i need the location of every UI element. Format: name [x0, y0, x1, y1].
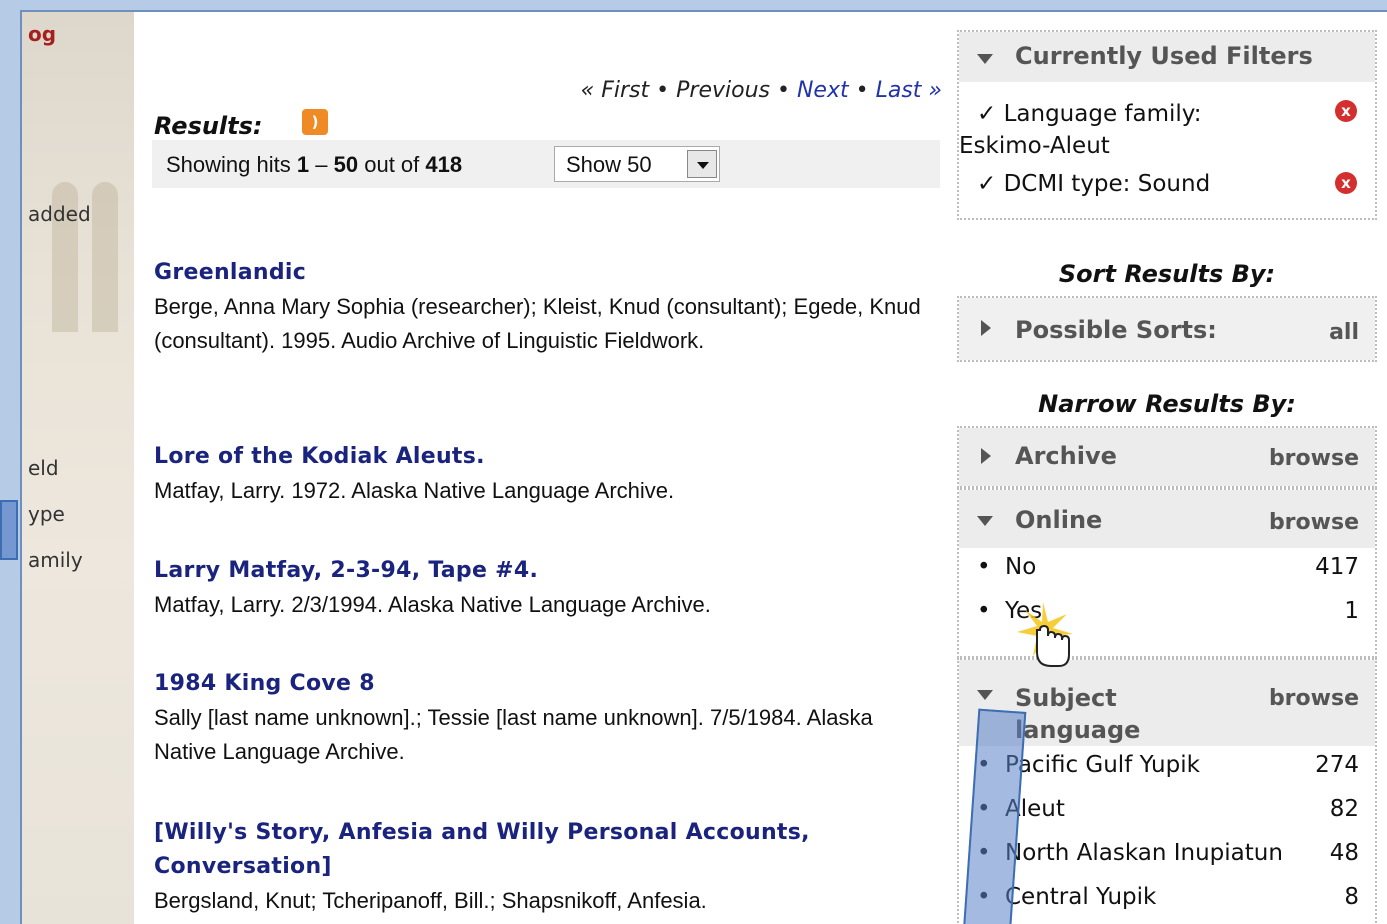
result-title-link[interactable]: Lore of the Kodiak Aleuts.	[154, 440, 934, 474]
facet-item-north-alaskan-inupiatun[interactable]: • North Alaskan Inupiatun 48	[959, 834, 1375, 878]
result-description: Sally [last name unknown].; Tessie [last…	[154, 705, 873, 764]
result-description: Berge, Anna Mary Sophia (researcher); Kl…	[154, 294, 921, 353]
narrow-heading: Narrow Results By:	[1038, 390, 1296, 418]
facet-item-no[interactable]: • No 417	[959, 548, 1375, 592]
archive-title: Archive	[1015, 442, 1117, 470]
possible-sorts-all-link[interactable]: all	[1329, 320, 1359, 345]
active-filter: ✓ DCMI type: Sound x	[959, 162, 1375, 200]
sidebar-snippet[interactable]: amily	[28, 548, 83, 572]
hits-total: 418	[425, 152, 463, 177]
hits-summary: Showing hits 1 – 50 out of 418	[166, 152, 462, 178]
current-filters-box: Currently Used Filters ✓ Language family…	[957, 30, 1377, 220]
result-item: 1984 King Cove 8 Sally [last name unknow…	[154, 667, 934, 769]
first-arrow-icon: «	[580, 78, 595, 103]
online-browse-link[interactable]: browse	[1269, 510, 1359, 535]
results-main: « First • Previous • Next • Last » Resul…	[152, 12, 942, 924]
facet-item-count: 8	[1344, 884, 1359, 910]
triangle-down-icon	[977, 690, 993, 708]
result-item: Lore of the Kodiak Aleuts. Matfay, Larry…	[154, 440, 934, 508]
facet-item-count: 82	[1329, 796, 1359, 822]
result-description: Matfay, Larry. 1972. Alaska Native Langu…	[154, 478, 675, 503]
facet-item-aleut[interactable]: • Aleut 82	[959, 790, 1375, 834]
results-heading: Results:	[154, 112, 263, 140]
sidebar-snippet: og	[28, 22, 57, 46]
result-description: Bergsland, Knut; Tcheripanoff, Bill.; Sh…	[154, 888, 707, 913]
facet-item-count: 1	[1344, 598, 1359, 624]
pager-sep: •	[656, 78, 670, 103]
result-item: [Willy's Story, Anfesia and Willy Person…	[154, 816, 934, 918]
facet-item-count: 274	[1315, 752, 1359, 778]
facet-item-label[interactable]: No	[1005, 554, 1036, 580]
possible-sorts-header[interactable]: Possible Sorts: all	[959, 298, 1375, 360]
page-size-value: Show 50	[566, 152, 652, 177]
result-title-link[interactable]: Larry Matfay, 2-3-94, Tape #4.	[154, 554, 934, 588]
online-header[interactable]: Online browse	[959, 490, 1375, 548]
facet-item-label[interactable]: North Alaskan Inupiatun	[1005, 840, 1283, 866]
pager-sep: •	[776, 78, 790, 103]
bullet: •	[977, 598, 991, 624]
remove-filter-icon[interactable]: x	[1335, 100, 1357, 122]
remove-filter-icon[interactable]: x	[1335, 172, 1357, 194]
possible-sorts-title: Possible Sorts:	[1015, 316, 1217, 344]
facet-item-label[interactable]: Central Yupik	[1005, 884, 1156, 910]
checkmark-icon: ✓	[977, 101, 997, 127]
active-filter: ✓ Language family: Eskimo-Aleut x	[959, 82, 1375, 162]
pager-next-link[interactable]: Next	[797, 78, 849, 103]
archive-header[interactable]: Archive browse	[959, 428, 1375, 486]
current-filters-title: Currently Used Filters	[1015, 42, 1313, 70]
triangle-right-icon	[981, 320, 999, 336]
sidebar-snippet[interactable]: eld	[28, 456, 59, 480]
page-size-select[interactable]: Show 50	[554, 146, 720, 182]
filter-label: DCMI type: Sound	[1003, 171, 1211, 197]
subject-language-title-line2: language	[1015, 716, 1141, 744]
subject-language-title-line1: Subject	[1015, 684, 1117, 712]
pager-sep: •	[855, 78, 869, 103]
background-arch	[92, 182, 118, 332]
hits-dash: –	[315, 152, 328, 177]
hits-start: 1	[296, 152, 310, 177]
result-description: Matfay, Larry. 2/3/1994. Alaska Native L…	[154, 592, 711, 617]
pager-first: First	[601, 78, 650, 103]
hits-outof: out of	[364, 152, 420, 177]
bullet: •	[977, 554, 991, 580]
chevron-down-icon[interactable]	[687, 150, 717, 178]
hand-cursor-icon	[1017, 602, 1073, 667]
left-sidebar: og added eld ype amily	[22, 12, 134, 924]
sidebar-snippet[interactable]: ype	[28, 502, 65, 526]
triangle-down-icon	[977, 516, 993, 534]
last-arrow-icon[interactable]: »	[928, 78, 942, 103]
triangle-down-icon	[977, 54, 993, 72]
archive-browse-link[interactable]: browse	[1269, 446, 1359, 471]
subject-language-title: Subject language	[1015, 682, 1140, 746]
browser-viewport: og added eld ype amily « First • Previou…	[20, 10, 1387, 924]
facet-item-count: 417	[1315, 554, 1359, 580]
filter-value: Eskimo-Aleut	[959, 133, 1110, 159]
checkmark-icon: ✓	[977, 171, 997, 197]
facet-item-label[interactable]: Pacific Gulf Yupik	[1005, 752, 1200, 778]
callout-tab	[0, 500, 18, 560]
pager-previous: Previous	[676, 78, 770, 103]
facet-item-count: 48	[1329, 840, 1359, 866]
result-item: Greenlandic Berge, Anna Mary Sophia (res…	[154, 256, 934, 358]
result-title-link[interactable]: [Willy's Story, Anfesia and Willy Person…	[154, 816, 934, 884]
sidebar-snippet[interactable]: added	[28, 202, 91, 226]
pager: « First • Previous • Next • Last »	[581, 78, 942, 103]
pager-last-link[interactable]: Last	[876, 78, 922, 103]
result-title-link[interactable]: Greenlandic	[154, 256, 934, 290]
result-title-link[interactable]: 1984 King Cove 8	[154, 667, 934, 701]
filter-label: Language family:	[1003, 101, 1202, 127]
possible-sorts-box: Possible Sorts: all	[957, 296, 1377, 362]
hits-prefix: Showing hits	[166, 152, 291, 177]
hits-bar: Showing hits 1 – 50 out of 418 Show 50	[152, 140, 940, 188]
result-item: Larry Matfay, 2-3-94, Tape #4. Matfay, L…	[154, 554, 934, 622]
triangle-right-icon	[981, 448, 999, 464]
current-filters-header[interactable]: Currently Used Filters	[959, 32, 1375, 82]
hits-end: 50	[333, 152, 359, 177]
online-title: Online	[1015, 506, 1103, 534]
facet-item-central-yupik[interactable]: • Central Yupik 8	[959, 878, 1375, 922]
subject-language-browse-link[interactable]: browse	[1269, 686, 1359, 711]
rss-icon[interactable]: )	[302, 109, 328, 135]
archive-facet: Archive browse	[957, 426, 1377, 488]
sort-heading: Sort Results By:	[1058, 260, 1276, 288]
